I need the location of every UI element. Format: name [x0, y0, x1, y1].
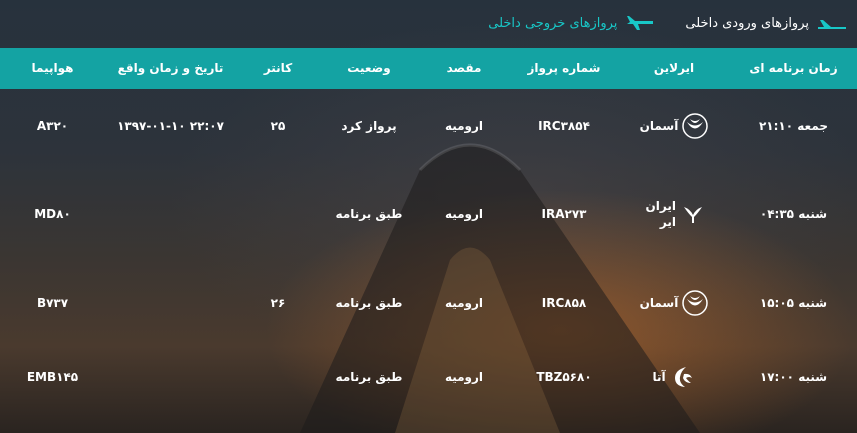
tab-domestic-arrivals-label: پروازهای ورودی داخلی [685, 15, 809, 31]
cell-flight-number: TBZ۵۶۸۰ [536, 370, 592, 384]
cell-aircraft: MD۸۰ [34, 207, 71, 221]
cell-destination: ارومیه [444, 296, 484, 310]
cell-counter [236, 357, 320, 397]
cell-scheduled-time: شنبه ۱۷:۰۰ [759, 370, 828, 384]
table-row[interactable]: شنبه ۱۷:۰۰ آتا TBZ۵۶۸۰ ارومیه طبق برنامه… [0, 357, 857, 397]
cell-counter [236, 194, 320, 234]
tab-domestic-departures[interactable]: پروازهای خروجی داخلی [488, 15, 655, 31]
cell-status: طبق برنامه [335, 296, 403, 310]
plane-landing-icon [818, 20, 846, 29]
cell-actual-time [105, 194, 236, 234]
col-counter: کانتر [263, 61, 293, 75]
cell-status: طبق برنامه [335, 207, 403, 221]
table-row[interactable]: جمعه ۲۱:۱۰ آسمان IRC۳۸۵۴ ارومیه پرواز کر… [0, 106, 857, 146]
cell-counter: ۲۵ [270, 119, 286, 133]
cell-airline: آسمان [618, 283, 730, 323]
cell-counter: ۲۶ [270, 296, 286, 310]
airline-name: آسمان [639, 296, 679, 310]
airline-name: آتا [652, 370, 666, 384]
cell-scheduled-time: شنبه ۰۴:۳۵ [759, 207, 828, 221]
cell-flight-number: IRC۸۵۸ [541, 296, 587, 310]
col-aircraft: هواپیما [31, 61, 74, 75]
cell-status: پرواز کرد [341, 119, 397, 133]
cell-flight-number: IRC۳۸۵۴ [538, 119, 590, 133]
table-header: زمان برنامه ای ایرلاین شماره پرواز مقصد … [0, 48, 857, 89]
cell-aircraft: B۷۳۷ [36, 296, 69, 310]
col-destination: مقصد [446, 61, 482, 75]
cell-aircraft: EMB۱۴۵ [26, 370, 79, 384]
col-airline: ایرلاین [653, 61, 695, 75]
col-flight-number: شماره پرواز [527, 61, 601, 75]
cell-actual-time [105, 357, 236, 397]
cell-airline: ایران ایر [618, 194, 730, 234]
aseman-logo-icon [682, 113, 709, 139]
cell-destination: ارومیه [444, 207, 484, 221]
cell-scheduled-time: جمعه ۲۱:۱۰ [758, 119, 829, 133]
airline-name: آسمان [639, 119, 679, 133]
cell-actual-time [105, 283, 236, 323]
cell-destination: ارومیه [444, 119, 484, 133]
cell-flight-number: IRA۲۷۳ [541, 207, 587, 221]
table-row[interactable]: شنبه ۱۵:۰۵ آسمان IRC۸۵۸ ارومیه طبق برنام… [0, 283, 857, 323]
airline-name: ایران ایر [645, 199, 676, 229]
cell-destination: ارومیه [444, 370, 484, 384]
flight-tabs: پروازهای ورودی داخلی پروازهای خروجی داخل… [488, 10, 847, 36]
aseman-logo-icon [682, 290, 709, 316]
cell-aircraft: A۳۲۰ [36, 119, 69, 133]
cell-scheduled-time: شنبه ۱۵:۰۵ [759, 296, 828, 310]
cell-actual-time: ۱۳۹۷-۰۱-۱۰ ۲۲:۰۷ [117, 119, 224, 133]
col-status: وضعیت [347, 61, 391, 75]
cell-airline: آتا [618, 357, 730, 397]
cell-airline: آسمان [618, 106, 730, 146]
table-row[interactable]: شنبه ۰۴:۳۵ ایران ایر IRA۲۷۳ ارومیه طبق ب… [0, 194, 857, 234]
tab-domestic-arrivals[interactable]: پروازهای ورودی داخلی [685, 15, 847, 31]
ata-logo-icon [674, 367, 692, 387]
cell-status: طبق برنامه [335, 370, 403, 384]
col-actual-time: تاریخ و زمان واقع [117, 61, 224, 75]
col-scheduled-time: زمان برنامه ای [749, 61, 838, 75]
plane-takeoff-icon [627, 16, 654, 30]
tab-domestic-departures-label: پروازهای خروجی داخلی [488, 15, 618, 31]
iranair-logo-icon [684, 207, 702, 223]
